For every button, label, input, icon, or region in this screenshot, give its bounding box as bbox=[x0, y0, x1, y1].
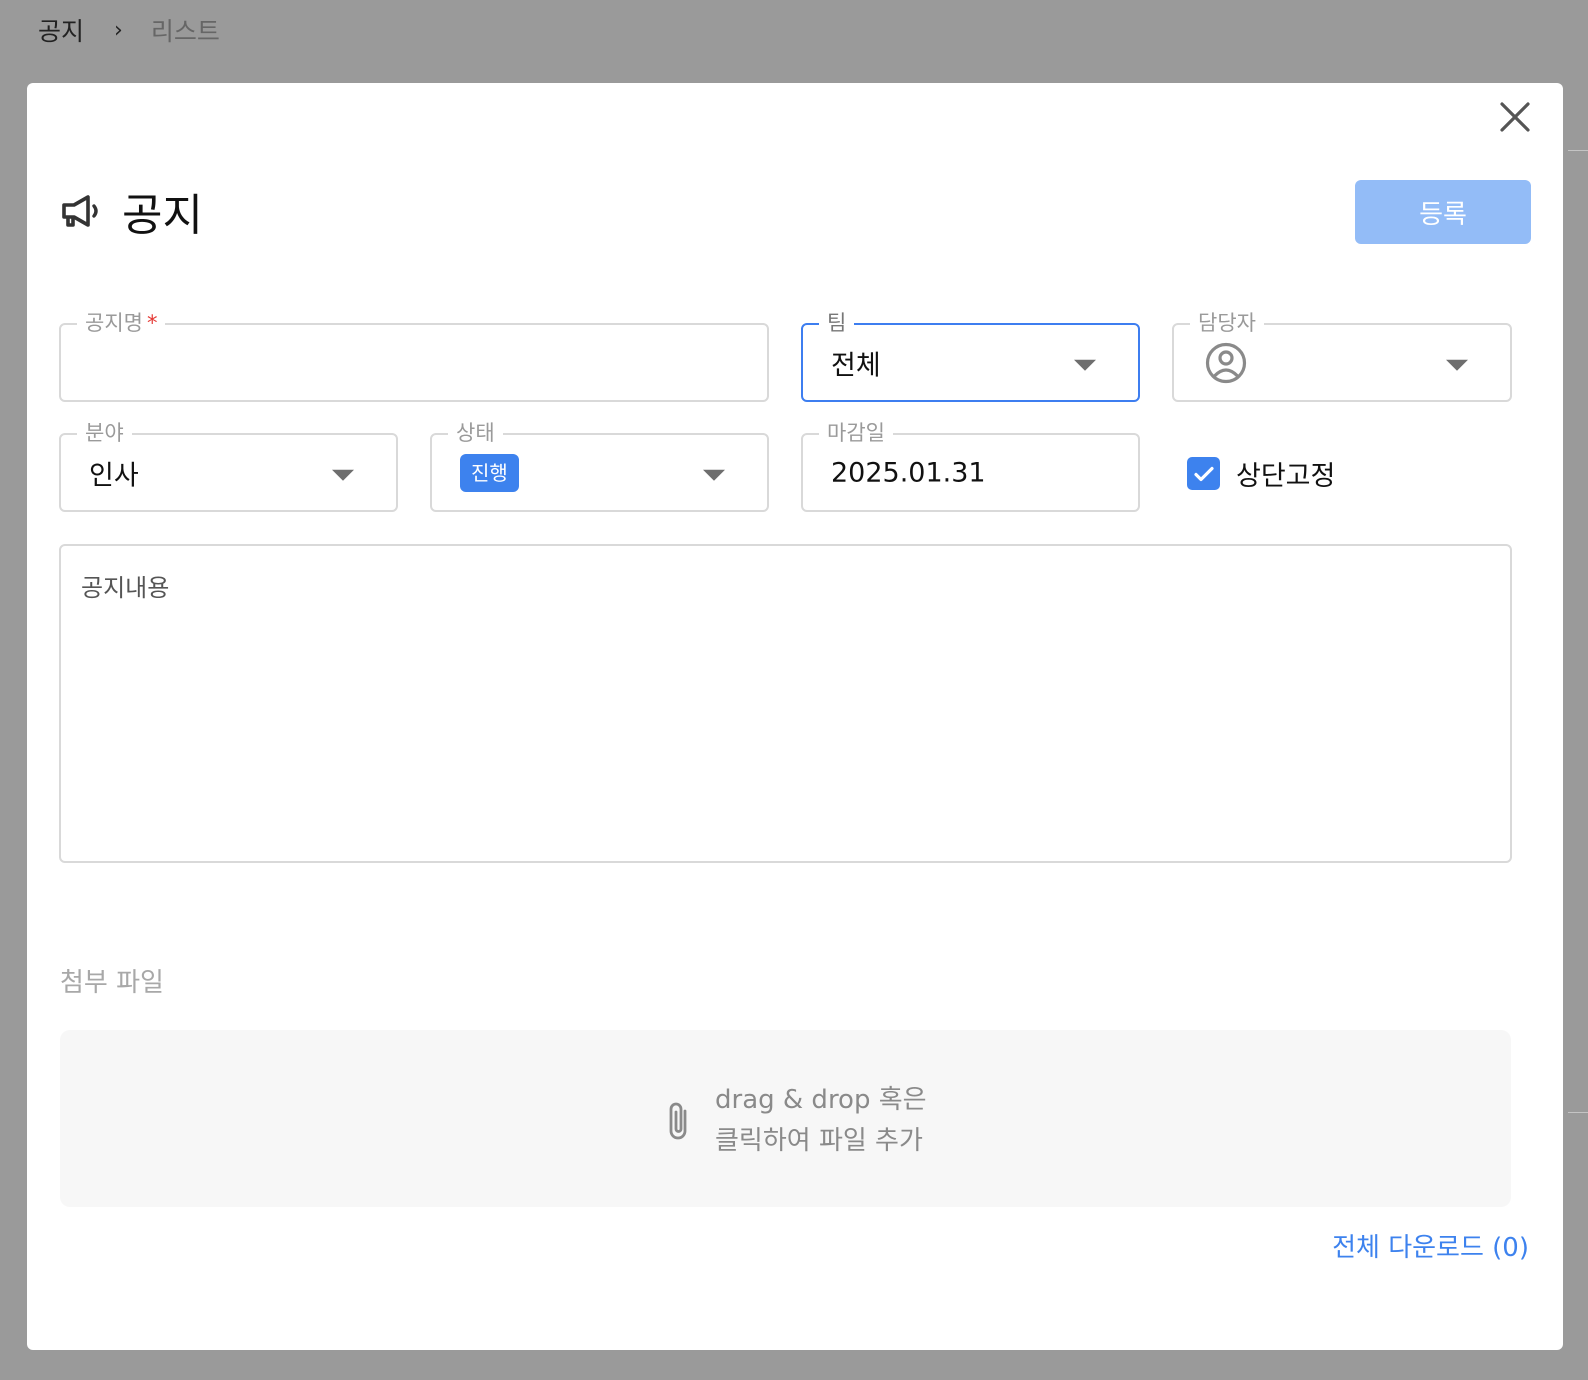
breadcrumb-current: 리스트 bbox=[150, 17, 220, 46]
deadline-label: 마감일 bbox=[819, 418, 893, 448]
notice-name-label: 공지명 * bbox=[77, 308, 166, 338]
close-icon bbox=[1500, 102, 1530, 132]
background-divider bbox=[1568, 1112, 1588, 1113]
category-value: 인사 bbox=[89, 460, 139, 491]
deadline-value: 2025.01.31 bbox=[831, 457, 986, 488]
checkmark-icon bbox=[1193, 466, 1214, 481]
dropzone-line1: drag & drop 혹은 bbox=[715, 1085, 927, 1115]
modal-title: 공지 bbox=[122, 190, 203, 241]
status-badge: 진행 bbox=[460, 453, 519, 492]
register-button[interactable]: 등록 bbox=[1355, 180, 1531, 244]
background-divider bbox=[1568, 150, 1588, 151]
attachments-title: 첨부 파일 bbox=[60, 968, 164, 998]
team-select[interactable]: 팀 전체 bbox=[801, 308, 1140, 402]
chevron-down-icon bbox=[1074, 359, 1096, 371]
team-label: 팀 bbox=[819, 308, 855, 338]
breadcrumb: 공지 › 리스트 bbox=[38, 12, 220, 48]
chevron-down-icon bbox=[332, 469, 354, 481]
chevron-down-icon bbox=[703, 469, 725, 481]
assignee-select[interactable]: 담당자 bbox=[1172, 308, 1512, 402]
assignee-label: 담당자 bbox=[1190, 308, 1264, 338]
pin-top-checkbox[interactable] bbox=[1187, 457, 1220, 490]
pin-top-label: 상단고정 bbox=[1236, 461, 1336, 492]
deadline-field[interactable]: 마감일 2025.01.31 bbox=[801, 418, 1140, 512]
person-circle-icon bbox=[1205, 342, 1247, 383]
status-label: 상태 bbox=[448, 418, 503, 448]
notice-modal: 공지 등록 공지명 * 팀 전체 담당자 분야 인사 상태 진행 마감일 2025… bbox=[27, 83, 1563, 1350]
modal-header: 공지 bbox=[60, 179, 203, 243]
category-label: 분야 bbox=[77, 418, 132, 448]
close-button[interactable] bbox=[1495, 97, 1535, 137]
pin-top-toggle[interactable]: 상단고정 bbox=[1187, 454, 1335, 493]
breadcrumb-separator-icon: › bbox=[114, 17, 123, 43]
dropzone-content: drag & drop 혹은 클릭하여 파일 추가 bbox=[663, 1080, 927, 1162]
megaphone-icon bbox=[62, 195, 98, 227]
breadcrumb-root[interactable]: 공지 bbox=[38, 12, 84, 48]
download-all-link[interactable]: 전체 다운로드 (0) bbox=[1332, 1227, 1529, 1264]
paperclip-icon bbox=[669, 1102, 687, 1140]
team-value: 전체 bbox=[831, 350, 881, 381]
chevron-down-icon bbox=[1446, 359, 1468, 371]
content-textarea[interactable] bbox=[59, 544, 1512, 863]
dropzone-line2: 클릭하여 파일 추가 bbox=[715, 1126, 923, 1156]
file-dropzone[interactable]: drag & drop 혹은 클릭하여 파일 추가 bbox=[60, 1030, 1511, 1207]
category-select[interactable]: 분야 인사 bbox=[59, 418, 398, 512]
dropzone-text: drag & drop 혹은 클릭하여 파일 추가 bbox=[715, 1080, 927, 1162]
required-mark: * bbox=[146, 311, 158, 335]
notice-name-field[interactable]: 공지명 * bbox=[59, 308, 769, 402]
status-select[interactable]: 상태 진행 bbox=[430, 418, 769, 512]
